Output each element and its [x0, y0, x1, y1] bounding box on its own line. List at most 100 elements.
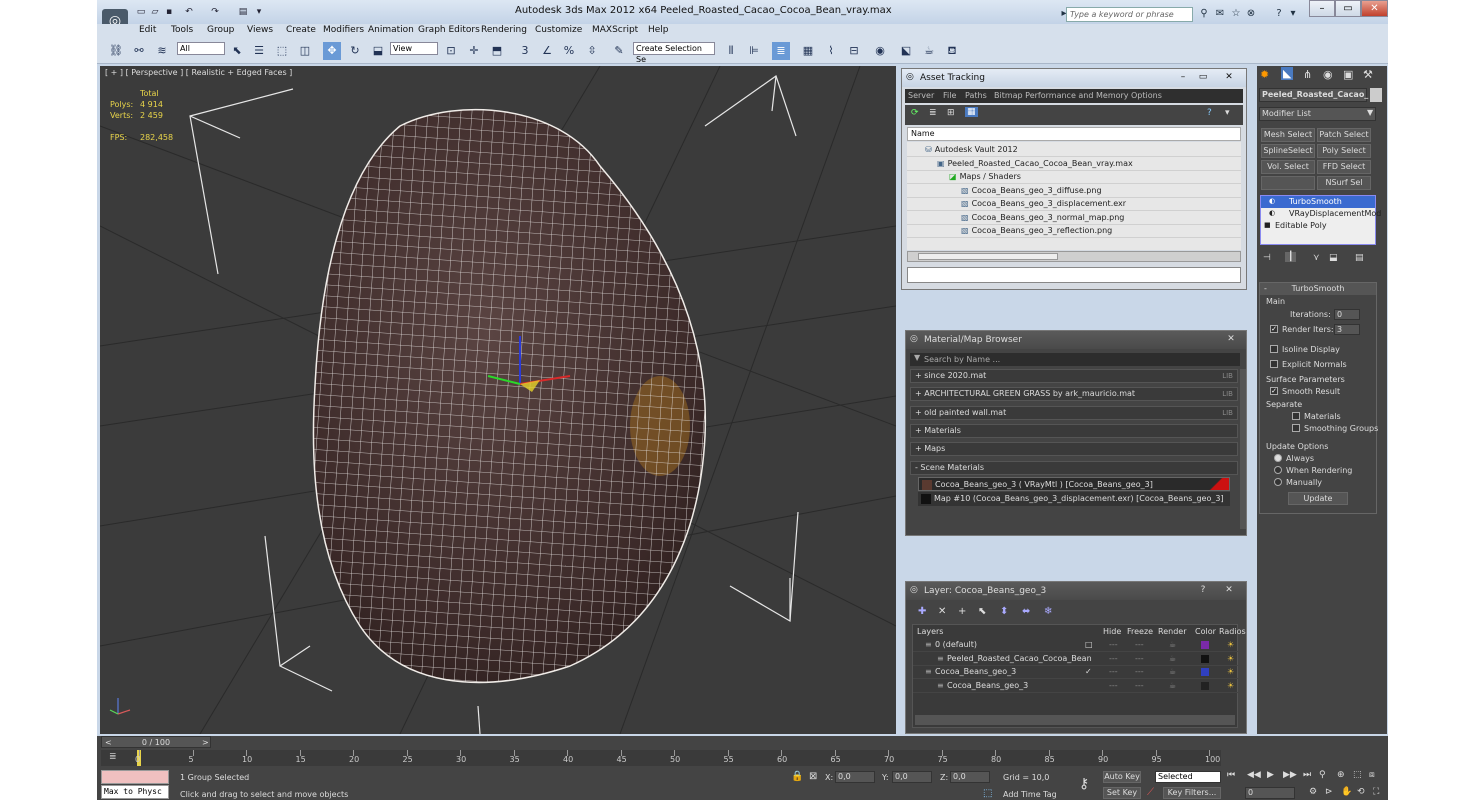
spinner-snap-icon[interactable]: ⇳	[583, 42, 601, 60]
render-toggle[interactable]: ☕	[1169, 666, 1176, 678]
go-to-end-icon[interactable]: ⏭	[1303, 770, 1311, 780]
asset-row[interactable]: ⛁ Autodesk Vault 2012	[907, 144, 1241, 157]
open-file-icon[interactable]: ▱	[149, 7, 161, 17]
schematic-view-icon[interactable]: ⊟	[845, 42, 863, 60]
communication-center-icon[interactable]: ✉	[1213, 7, 1227, 21]
select-objects-icon[interactable]: ⬉	[978, 606, 986, 617]
time-slider-prev-icon[interactable]: <	[105, 737, 112, 748]
menu-edit[interactable]: Edit	[139, 25, 156, 35]
select-and-move-icon[interactable]: ✥	[323, 42, 341, 60]
select-and-manipulate-icon[interactable]: ✛	[465, 42, 483, 60]
utilities-tab-icon[interactable]: ⚒	[1363, 68, 1373, 81]
minimize-button[interactable]: –	[1309, 0, 1335, 17]
quick-access-dropdown-icon[interactable]: ▾	[253, 7, 265, 17]
auto-key-button[interactable]: Auto Key	[1103, 771, 1141, 783]
smooth-result-checkbox[interactable]: ✓	[1270, 387, 1278, 395]
asset-menu-bitmap[interactable]: Bitmap Performance and Memory	[994, 91, 1129, 100]
select-and-rotate-icon[interactable]: ↻	[346, 42, 364, 60]
modifier-button[interactable]: Mesh Select	[1261, 128, 1315, 142]
material-group[interactable]: + since 2020.mat LIB	[910, 369, 1238, 383]
key-mode-icon[interactable]: ⟋	[1147, 787, 1154, 798]
asset-column-name[interactable]: Name	[907, 127, 1241, 141]
menu-tools[interactable]: Tools	[171, 25, 193, 35]
new-file-icon[interactable]: ▭	[135, 7, 147, 17]
hide-toggle[interactable]: ---	[1109, 666, 1118, 678]
radiosity-icon[interactable]: ☀	[1227, 639, 1234, 651]
zoom-extents-all-icon[interactable]: ⧈	[1369, 770, 1375, 780]
isoline-checkbox[interactable]	[1270, 345, 1278, 353]
modify-tab-icon[interactable]: ◣	[1281, 67, 1294, 80]
asset-row[interactable]: ▧ Cocoa_Beans_geo_3_displacement.exr	[907, 198, 1241, 211]
add-to-layer-icon[interactable]: +	[958, 606, 966, 617]
maxscript-input[interactable]: Max to Physc	[101, 785, 169, 799]
layer-color-swatch[interactable]	[1201, 668, 1209, 676]
menu-maxscript[interactable]: MAXScript	[592, 25, 638, 35]
freeze-toggle[interactable]: ---	[1135, 680, 1144, 692]
modifier-button[interactable]: SplineSelect	[1261, 144, 1315, 158]
layer-row[interactable]: ≡ Cocoa_Beans_geo_3 ✓ --- --- ☕ ☀	[913, 666, 1239, 679]
material-search-input[interactable]: Search by Name ...	[910, 353, 1240, 366]
select-by-name-icon[interactable]: ☰	[250, 42, 268, 60]
layer-color-swatch[interactable]	[1201, 681, 1209, 690]
menu-views[interactable]: Views	[247, 25, 273, 35]
highlight-layer-icon[interactable]: ⬍	[1000, 606, 1008, 617]
asset-help-icon[interactable]: ?	[1207, 108, 1212, 118]
material-group[interactable]: + old painted wall.mat LIB	[910, 405, 1238, 420]
layer-manager-icon[interactable]: ≣	[772, 42, 790, 60]
asset-row[interactable]: ◪ Maps / Shaders	[907, 171, 1241, 184]
layer-horizontal-scrollbar[interactable]	[915, 715, 1235, 725]
col-layers[interactable]: Layers	[917, 627, 943, 636]
col-radios[interactable]: Radios	[1219, 627, 1246, 636]
rectangular-selection-icon[interactable]: ⬚	[273, 42, 291, 60]
menu-customize[interactable]: Customize	[535, 25, 582, 35]
menu-rendering[interactable]: Rendering	[481, 25, 527, 35]
material-group[interactable]: - Scene Materials	[910, 460, 1238, 475]
material-browser-close[interactable]: ✕	[1222, 333, 1240, 346]
maximize-viewport-icon[interactable]: ⛶	[1373, 787, 1379, 797]
table-view-icon[interactable]: ▦	[965, 107, 978, 117]
col-freeze[interactable]: Freeze	[1127, 627, 1153, 636]
radiosity-icon[interactable]: ☀	[1227, 653, 1234, 665]
maximize-button[interactable]: ▭	[1335, 0, 1361, 17]
material-search-menu-icon[interactable]: ▼	[914, 353, 920, 362]
always-radio[interactable]	[1274, 454, 1282, 462]
time-slider-next-icon[interactable]: >	[202, 737, 209, 748]
material-group[interactable]: + Materials	[910, 423, 1238, 438]
select-and-link-icon[interactable]: ⛓	[107, 42, 125, 60]
viewport-label[interactable]: [ + ] [ Perspective ] [ Realistic + Edge…	[105, 68, 292, 77]
menu-create[interactable]: Create	[286, 25, 316, 35]
favorites-icon[interactable]: ☆	[1229, 7, 1243, 21]
lightbulb-icon[interactable]: ◐	[1269, 196, 1275, 207]
layer-row[interactable]: ≡ Peeled_Roasted_Cacao_Cocoa_Bean --- --- ☕ ☀	[913, 653, 1239, 666]
remove-modifier-icon[interactable]: ⬓	[1329, 253, 1338, 263]
layer-color-swatch[interactable]	[1201, 641, 1209, 649]
scene-map-item[interactable]: Map #10 (Cocoa_Beans_geo_3_displacement.…	[918, 492, 1230, 506]
align-icon[interactable]: ⊫	[745, 42, 763, 60]
perspective-viewport[interactable]: [ + ] [ Perspective ] [ Realistic + Edge…	[100, 66, 896, 734]
help-dropdown-icon[interactable]: ▾	[1286, 7, 1300, 21]
unlink-selection-icon[interactable]: ⚯	[130, 42, 148, 60]
asset-row[interactable]: ▧ Cocoa_Beans_geo_3_diffuse.png	[907, 185, 1241, 198]
asset-min-button[interactable]: –	[1174, 71, 1192, 84]
make-unique-icon[interactable]: ⋎	[1313, 253, 1320, 263]
menu-group[interactable]: Group	[207, 25, 234, 35]
object-color-swatch[interactable]	[1370, 88, 1382, 102]
next-frame-icon[interactable]: ▶▶	[1283, 770, 1297, 780]
select-and-scale-icon[interactable]: ⬓	[369, 42, 387, 60]
go-to-start-icon[interactable]: ⏮	[1227, 770, 1235, 780]
col-hide[interactable]: Hide	[1103, 627, 1121, 636]
update-button[interactable]: Update	[1288, 492, 1348, 505]
asset-dropdown-icon[interactable]: ▾	[1225, 108, 1230, 118]
menu-graph-editors[interactable]: Graph Editors	[418, 25, 480, 35]
create-layer-icon[interactable]: ✚	[918, 606, 926, 617]
hide-toggle[interactable]: ---	[1109, 680, 1118, 692]
zoom-extents-icon[interactable]: ⬚	[1353, 770, 1362, 780]
zoom-icon[interactable]: ⚲	[1319, 770, 1326, 780]
asset-menu-server[interactable]: Server	[908, 91, 934, 100]
material-browser-title[interactable]: Material/Map Browser	[906, 331, 1246, 349]
layer-color-swatch[interactable]	[1201, 654, 1209, 663]
modifier-button[interactable]: Patch Select	[1317, 128, 1371, 142]
set-key-button[interactable]: Set Key	[1103, 787, 1141, 799]
menu-animation[interactable]: Animation	[368, 25, 414, 35]
pin-stack-icon[interactable]: ⊣	[1263, 253, 1271, 263]
